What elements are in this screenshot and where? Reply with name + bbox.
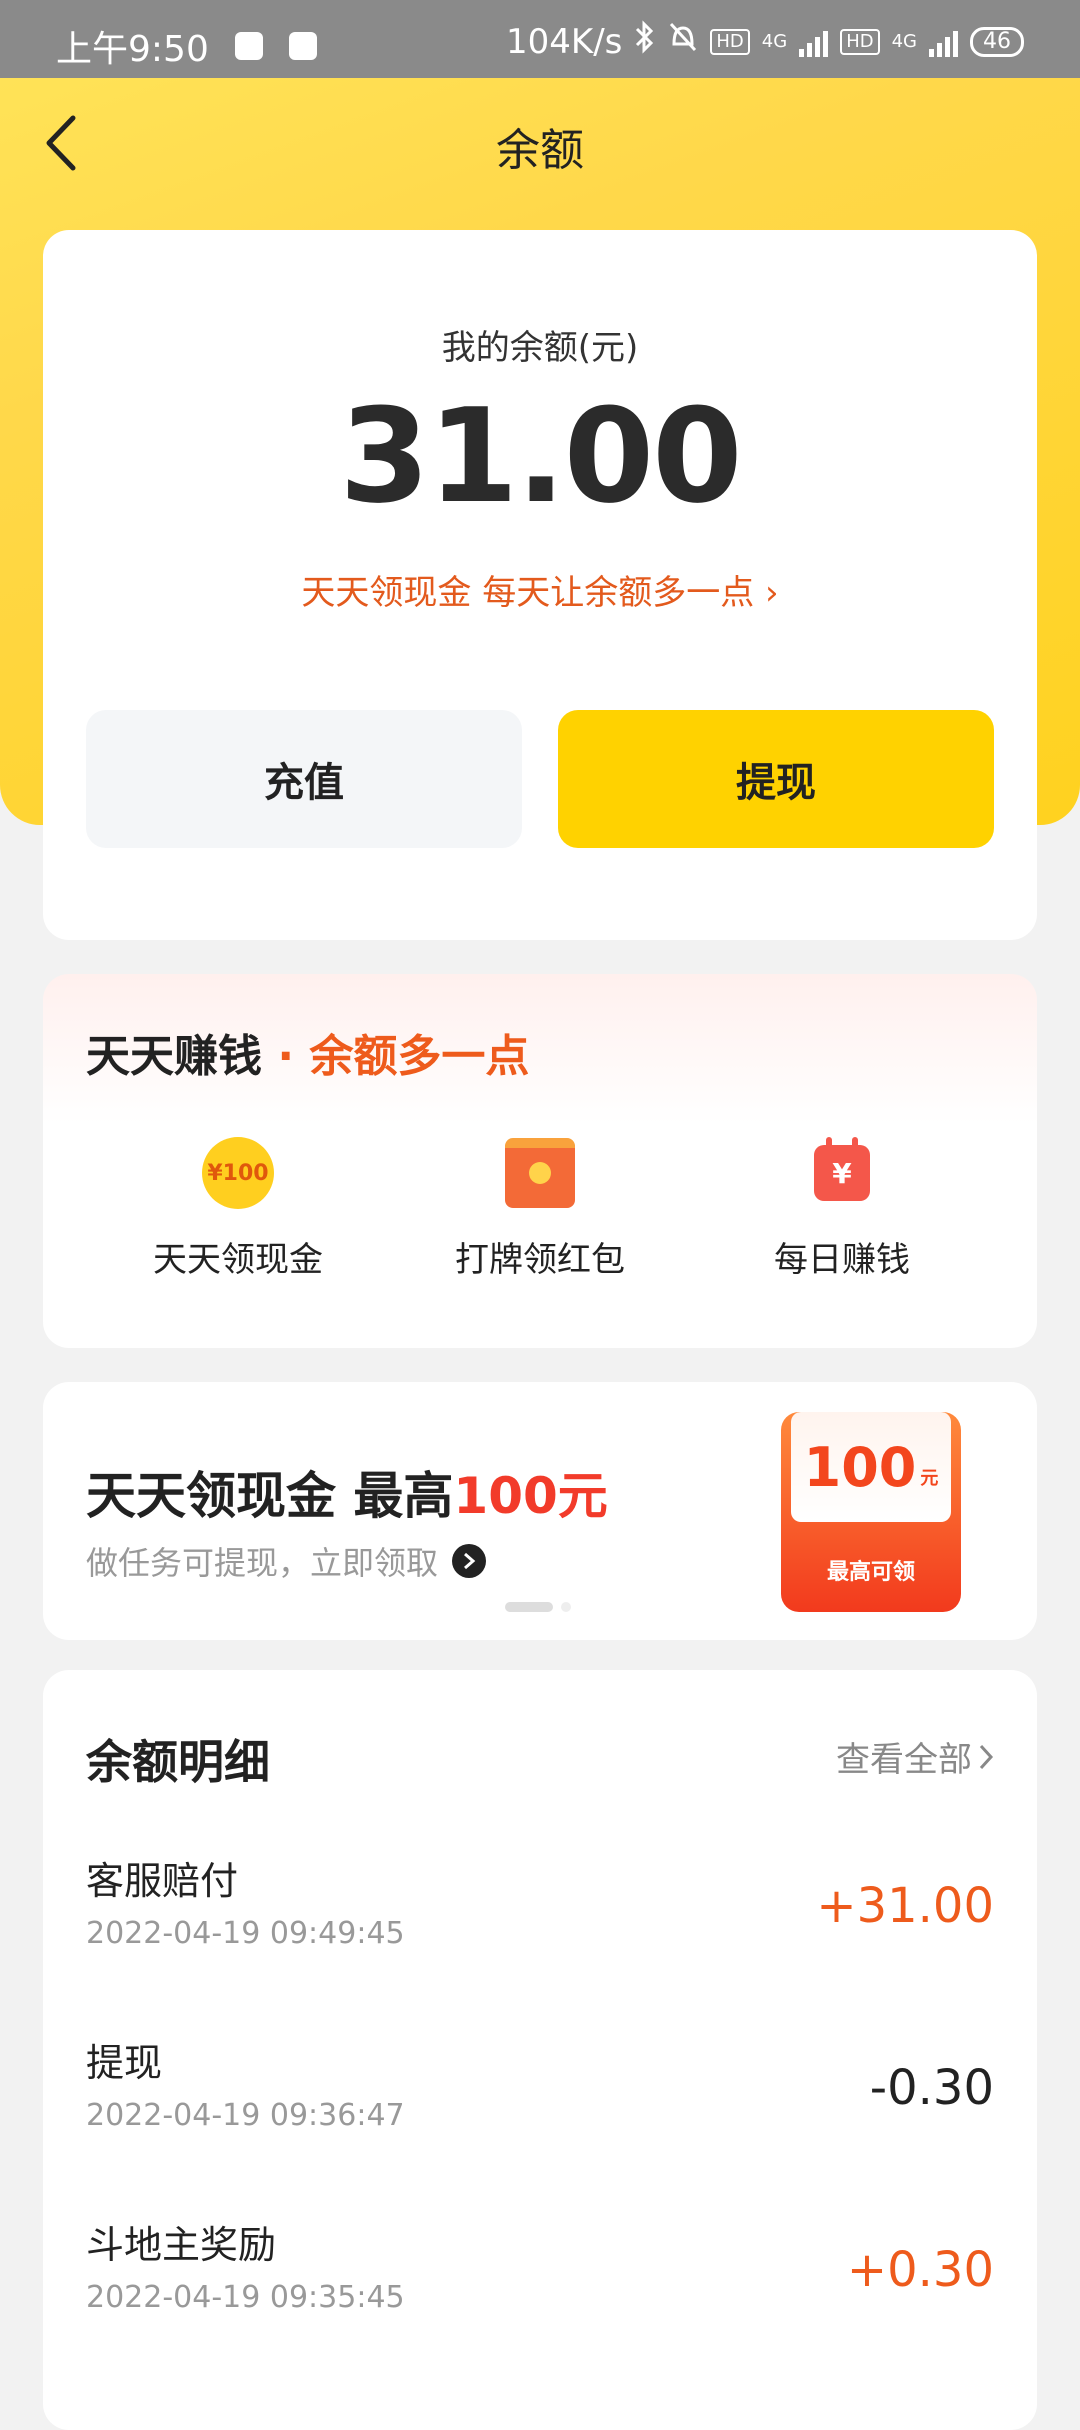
red-packet-icon — [505, 1138, 575, 1208]
earn-item-label: 打牌领红包 — [455, 1240, 625, 1280]
banner-title: 天天领现金 最高100元 — [86, 1456, 608, 1528]
carousel-dot-active — [505, 1602, 553, 1612]
carousel-dot — [561, 1602, 571, 1612]
transaction-time: 2022-04-19 09:36:47 — [86, 2098, 405, 2133]
balance-card: 我的余额(元) 31.00 天天领现金 每天让余额多一点 › 充值 提现 — [43, 230, 1037, 940]
network-type: 4G — [891, 31, 917, 52]
cash-promo-link[interactable]: 天天领现金 每天让余额多一点 › — [43, 565, 1037, 614]
envelope-caption: 最高可领 — [826, 1560, 915, 1585]
bluetooth-icon — [634, 20, 656, 63]
transaction-amount: +31.00 — [816, 1878, 994, 1934]
withdraw-button[interactable]: 提现 — [558, 710, 994, 848]
signal-icon — [799, 27, 829, 57]
nav-bar: 余额 — [0, 78, 1080, 208]
envelope-unit: 元 — [920, 1468, 939, 1489]
earn-item-daily-cash[interactable]: ¥100 天天领现金 — [118, 1134, 358, 1281]
chevron-right-icon — [979, 1744, 994, 1769]
signal-icon — [929, 27, 958, 57]
app-notification-icon — [234, 32, 263, 60]
transaction-time: 2022-04-19 09:49:45 — [86, 1916, 405, 1951]
transaction-row[interactable]: 提现 2022-04-19 09:36:47 -0.30 — [86, 2032, 994, 2182]
cash-banner[interactable]: 天天领现金 最高100元 做任务可提现，立即领取 100 元 最高可领 — [43, 1382, 1037, 1640]
envelope-amount: 100 — [803, 1435, 917, 1499]
earn-title-main: 天天赚钱 — [86, 1031, 262, 1082]
transaction-amount: -0.30 — [869, 2060, 994, 2116]
transaction-row[interactable]: 斗地主奖励 2022-04-19 09:35:45 +0.30 — [86, 2214, 994, 2364]
balance-details-card: 余额明细 查看全部 客服赔付 2022-04-19 09:49:45 +31.0… — [43, 1670, 1037, 2430]
app-notification-icon — [288, 32, 317, 60]
balance-label: 我的余额(元) — [441, 328, 639, 368]
coin-icon: ¥100 — [202, 1137, 274, 1209]
status-bar: 上午9:50 104K/s HD 4G HD 4G 46 — [0, 0, 1080, 78]
mute-bell-icon — [668, 20, 698, 63]
earn-item-card-game-packet[interactable]: 打牌领红包 — [420, 1134, 660, 1281]
transaction-name: 斗地主奖励 — [86, 2223, 277, 2267]
status-time: 上午9:50 — [56, 29, 209, 70]
view-all-label: 查看全部 — [836, 1740, 972, 1780]
network-type: 4G — [761, 31, 788, 52]
page-title: 余额 — [496, 125, 584, 176]
hd-badge: HD — [710, 28, 750, 55]
banner-subtitle: 做任务可提现，立即领取 — [86, 1544, 439, 1582]
earn-title-sub: · 余额多一点 — [277, 1031, 530, 1082]
hd-badge: HD — [840, 28, 880, 55]
details-title: 余额明细 — [86, 1735, 270, 1789]
transaction-name: 客服赔付 — [86, 1859, 239, 1903]
earn-item-label: 天天领现金 — [153, 1240, 323, 1280]
arrow-right-circle-icon — [452, 1544, 487, 1578]
earn-item-daily-earn[interactable]: ¥ 每日赚钱 — [722, 1134, 962, 1281]
transaction-row[interactable]: 客服赔付 2022-04-19 09:49:45 +31.00 — [86, 1850, 994, 2000]
battery-icon: 46 — [970, 26, 1024, 57]
carousel-indicator — [505, 1602, 571, 1612]
banner-title-amount: 100元 — [453, 1467, 608, 1525]
balance-amount: 31.00 — [339, 380, 742, 532]
calendar-icon: ¥ — [814, 1137, 870, 1201]
transaction-amount: +0.30 — [846, 2242, 994, 2298]
recharge-button[interactable]: 充值 — [86, 710, 522, 848]
view-all-link[interactable]: 查看全部 — [836, 1732, 994, 1781]
earn-item-label: 每日赚钱 — [774, 1240, 910, 1280]
banner-title-main: 天天领现金 最高 — [86, 1467, 454, 1525]
banner-subtitle-link[interactable]: 做任务可提现，立即领取 — [86, 1538, 487, 1584]
transaction-name: 提现 — [86, 2041, 163, 2085]
red-envelope-icon: 100 元 最高可领 — [781, 1412, 961, 1612]
earn-money-card: 天天赚钱 · 余额多一点 ¥100 天天领现金 打牌领红包 ¥ 每日赚钱 — [43, 974, 1037, 1348]
envelope-paper: 100 元 — [791, 1412, 951, 1522]
network-speed: 104K/s — [506, 21, 623, 62]
status-bar-left: 上午9:50 — [56, 20, 317, 72]
earn-title: 天天赚钱 · 余额多一点 — [86, 1020, 529, 1084]
transaction-time: 2022-04-19 09:35:45 — [86, 2280, 405, 2315]
status-bar-right: 104K/s HD 4G HD 4G 46 — [506, 20, 1024, 63]
